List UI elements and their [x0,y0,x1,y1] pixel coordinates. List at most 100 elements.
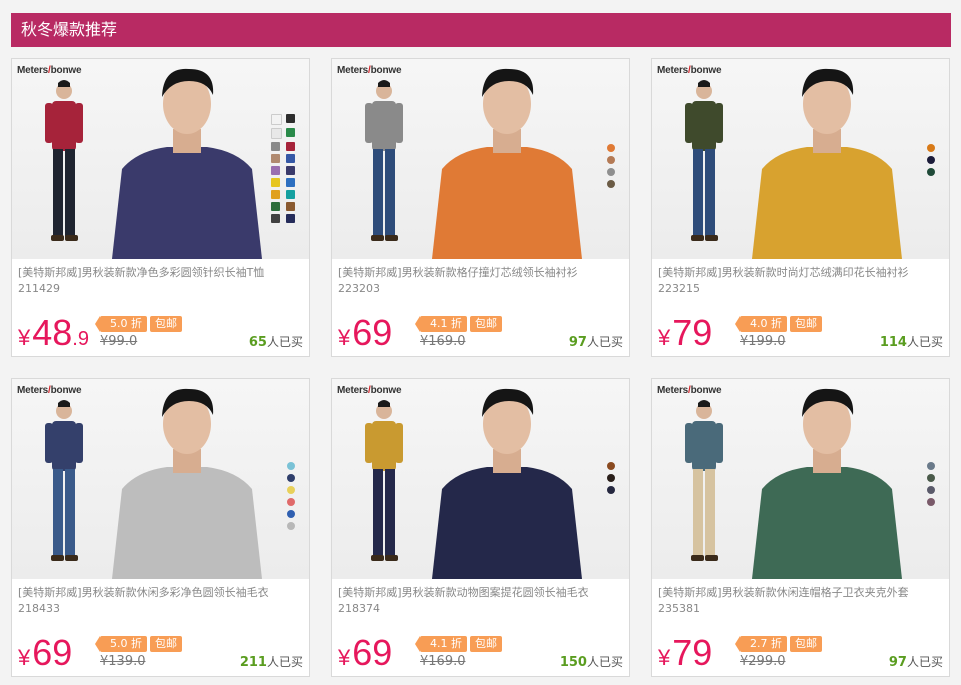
original-price: ¥139.0 [100,654,146,669]
free-shipping-badge: 包邮 [150,316,182,332]
color-swatch[interactable] [287,522,295,530]
product-card[interactable]: Meters/bonwe [美特斯邦威]男秋装新款时尚灯芯绒满印花长袖衬衫 223… [651,58,950,357]
color-swatch[interactable] [271,128,282,139]
product-photo[interactable]: Meters/bonwe [332,59,629,259]
color-swatch[interactable] [271,178,280,187]
color-swatch[interactable] [271,214,280,223]
sale-price: ¥48.9 [18,312,89,354]
free-shipping-badge: 包邮 [790,316,822,332]
discount-tags: 4.1 折包邮 [415,316,502,332]
product-card[interactable]: Meters/bonwe [美特斯邦威]男秋装新款动物图案提花圆领长袖毛衣 218… [331,378,630,677]
color-swatch[interactable] [286,214,295,223]
closeup-model-image [432,68,582,259]
sold-number: 114 [879,335,907,350]
sold-count: 211人已买 [240,653,303,670]
color-swatch[interactable] [286,166,295,175]
product-photo[interactable]: Meters/bonwe [12,379,309,579]
sold-label: 人已买 [906,655,943,669]
color-swatch[interactable] [607,474,615,482]
free-shipping-badge: 包邮 [470,636,502,652]
color-swatch-list [607,144,615,188]
product-photo[interactable]: Meters/bonwe [12,59,309,259]
product-photo[interactable]: Meters/bonwe [652,59,949,259]
color-swatch[interactable] [287,462,295,470]
color-swatch[interactable] [286,202,295,211]
discount-badge: 4.0 折 [735,316,787,332]
color-swatch[interactable] [607,462,615,470]
color-swatch-list [927,144,935,176]
product-card[interactable]: Meters/bonwe [美特斯邦威]男秋装新款净色多彩圆领针织长袖T恤 211… [11,58,310,357]
original-price: ¥169.0 [420,334,466,349]
price-integer: 79 [672,312,713,353]
product-name[interactable]: [美特斯邦威]男秋装新款休闲多彩净色圆领长袖毛衣 [18,585,306,601]
color-swatch[interactable] [286,178,295,187]
product-code: 211429 [18,282,60,295]
color-swatch[interactable] [271,142,280,151]
product-card[interactable]: Meters/bonwe [美特斯邦威]男秋装新款休闲多彩净色圆领长袖毛衣 218… [11,378,310,677]
discount-badge: 4.1 折 [415,636,467,652]
original-price: ¥99.0 [100,334,138,349]
section-title: 秋冬爆款推荐 [21,20,118,39]
color-swatch[interactable] [607,144,615,152]
color-swatch[interactable] [287,474,295,482]
color-swatch[interactable] [286,128,295,137]
product-title[interactable]: [美特斯邦威]男秋装新款休闲连帽格子卫衣夹克外套 235381 [658,585,946,617]
color-swatch[interactable] [927,474,935,482]
product-photo[interactable]: Meters/bonwe [652,379,949,579]
sold-count: 114人已买 [880,333,943,350]
color-swatch[interactable] [607,180,615,188]
color-swatch[interactable] [607,486,615,494]
color-swatch[interactable] [927,486,935,494]
product-title[interactable]: [美特斯邦威]男秋装新款时尚灯芯绒满印花长袖衬衫 223215 [658,265,946,297]
sale-price: ¥69 [18,632,72,674]
color-swatch[interactable] [927,168,935,176]
color-swatch[interactable] [927,498,935,506]
product-card[interactable]: Meters/bonwe [美特斯邦威]男秋装新款格仔撞灯芯绒领长袖衬衫 2232… [331,58,630,357]
product-title[interactable]: [美特斯邦威]男秋装新款净色多彩圆领针织长袖T恤 211429 [18,265,306,297]
color-swatch[interactable] [271,166,280,175]
discount-tags: 5.0 折包邮 [95,636,182,652]
price-integer: 69 [32,632,73,673]
sale-price: ¥79 [658,312,712,354]
color-swatch[interactable] [287,498,295,506]
color-swatch[interactable] [286,154,295,163]
color-swatch[interactable] [607,168,615,176]
color-swatch[interactable] [271,154,280,163]
product-title[interactable]: [美特斯邦威]男秋装新款格仔撞灯芯绒领长袖衬衫 223203 [338,265,626,297]
product-photo[interactable]: Meters/bonwe [332,379,629,579]
product-code: 218374 [338,602,380,615]
full-body-model-image [685,80,723,241]
product-name[interactable]: [美特斯邦威]男秋装新款动物图案提花圆领长袖毛衣 [338,585,626,601]
color-swatch[interactable] [607,156,615,164]
original-price: ¥199.0 [740,334,786,349]
sale-price: ¥79 [658,632,712,674]
product-card[interactable]: Meters/bonwe [美特斯邦威]男秋装新款休闲连帽格子卫衣夹克外套 235… [651,378,950,677]
color-swatch[interactable] [287,510,295,518]
full-body-model-image [45,400,83,561]
color-swatch[interactable] [286,142,295,151]
product-title[interactable]: [美特斯邦威]男秋装新款动物图案提花圆领长袖毛衣 218374 [338,585,626,617]
full-body-model-image [365,80,403,241]
sale-price: ¥69 [338,312,392,354]
free-shipping-badge: 包邮 [470,316,502,332]
color-swatch[interactable] [286,190,295,199]
original-price: ¥299.0 [740,654,786,669]
brand-logo: Meters/bonwe [657,65,722,76]
color-swatch[interactable] [271,202,280,211]
color-swatch[interactable] [286,114,295,123]
color-swatch[interactable] [271,190,280,199]
discount-badge: 5.0 折 [95,316,147,332]
product-title[interactable]: [美特斯邦威]男秋装新款休闲多彩净色圆领长袖毛衣 218433 [18,585,306,617]
color-swatch[interactable] [271,114,282,125]
full-body-model-image [45,80,83,241]
product-name[interactable]: [美特斯邦威]男秋装新款净色多彩圆领针织长袖T恤 [18,265,306,281]
product-name[interactable]: [美特斯邦威]男秋装新款休闲连帽格子卫衣夹克外套 [658,585,946,601]
sold-label: 人已买 [906,335,943,349]
color-swatch[interactable] [927,462,935,470]
product-name[interactable]: [美特斯邦威]男秋装新款时尚灯芯绒满印花长袖衬衫 [658,265,946,281]
color-swatch[interactable] [287,486,295,494]
color-swatch[interactable] [927,144,935,152]
product-name[interactable]: [美特斯邦威]男秋装新款格仔撞灯芯绒领长袖衬衫 [338,265,626,281]
closeup-model-image [432,388,582,579]
color-swatch[interactable] [927,156,935,164]
